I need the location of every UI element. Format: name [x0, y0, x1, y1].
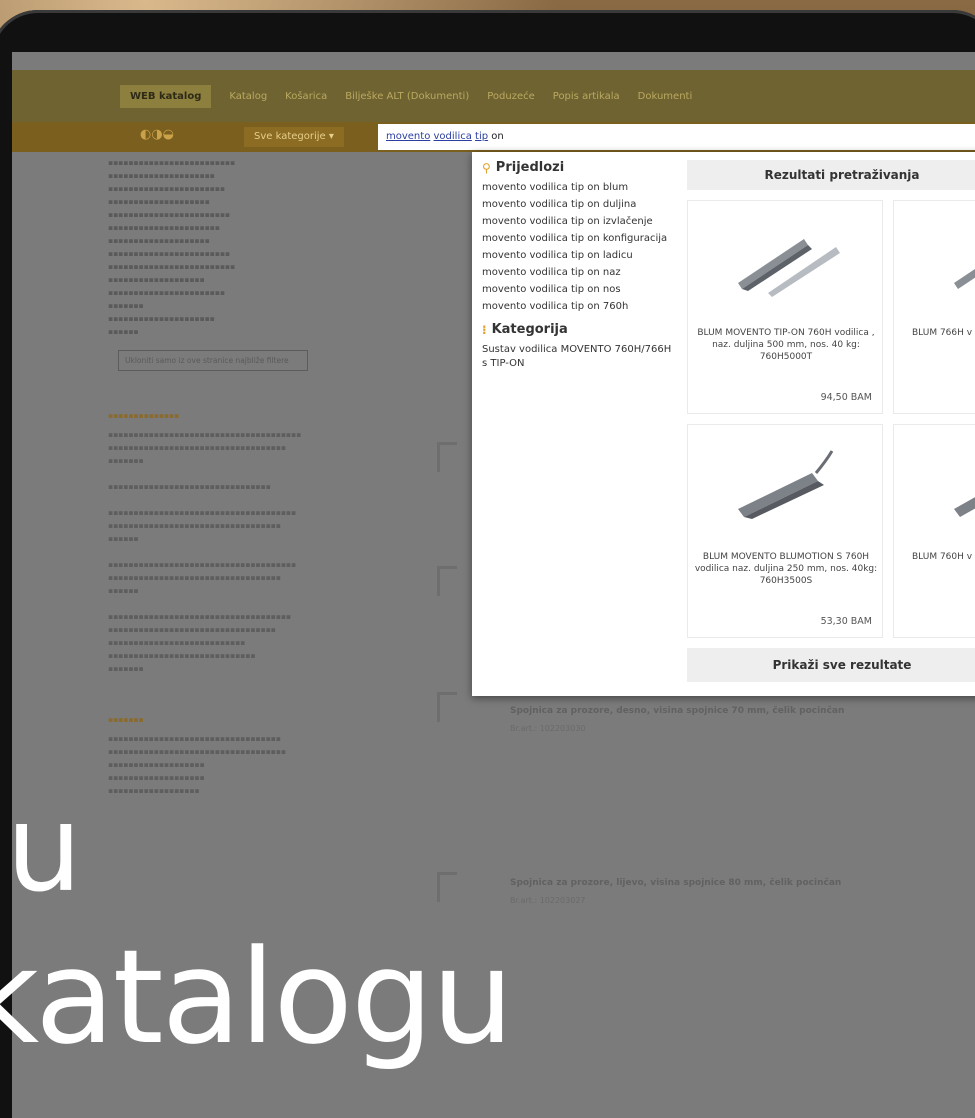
section-heading: ▪▪▪▪▪▪▪▪▪▪▪▪▪▪ [108, 411, 180, 420]
suggestion-item[interactable]: movento vodilica tip on konfiguracija [482, 232, 677, 246]
product-thumbnail [437, 872, 457, 902]
filter-links: ▪▪▪▪▪▪▪▪▪▪▪▪▪▪▪▪▪▪▪▪▪▪▪▪▪▪▪▪▪▪▪▪▪▪▪▪▪▪▪▪… [108, 430, 302, 673]
product-card[interactable]: BLUM 760H v 250 [893, 424, 975, 638]
category-icon: ⁝ [482, 322, 487, 337]
drawer-runner-image [954, 269, 975, 289]
suggestion-item[interactable]: movento vodilica tip on 760h [482, 300, 677, 314]
product-name: BLUM 760H v 250 [912, 552, 975, 562]
suggestions-heading: ⚲ Prijedlozi [482, 160, 565, 175]
tab-kosarica[interactable]: Košarica [285, 91, 327, 102]
suggestion-item[interactable]: movento vodilica tip on nos [482, 283, 677, 297]
drawer-runner-image [738, 239, 840, 297]
product-price: 94,50 BAM [820, 392, 872, 403]
drawer-runner-image [738, 450, 834, 519]
product-card[interactable]: BLUM MOVENTO TIP-ON 760H vodilica , naz.… [687, 200, 883, 414]
suggestion-item[interactable]: movento vodilica tip on blum [482, 181, 677, 195]
tab-katalog[interactable]: Katalog [229, 91, 267, 102]
tab-popis-artikala[interactable]: Popis artikala [553, 91, 620, 102]
category-item[interactable]: Sustav vodilica MOVENTO 760H/766H s TIP-… [482, 343, 677, 371]
product-thumbnail [437, 566, 457, 596]
results-panel: Rezultati pretraživanja BLUM MOVENTO TIP… [687, 160, 975, 638]
filter-links: ▪▪▪▪▪▪▪▪▪▪▪▪▪▪▪▪▪▪▪▪▪▪▪▪▪▪▪▪▪▪▪▪▪▪▪▪▪▪▪▪… [108, 734, 286, 795]
product-thumbnail [437, 692, 457, 722]
product-thumbnail [437, 442, 457, 472]
query-word: movento [386, 131, 431, 142]
tab-web-katalog[interactable]: WEB katalog [120, 84, 212, 108]
search-input[interactable]: movento vodilica tip on [378, 124, 975, 150]
suggestion-item[interactable]: movento vodilica tip on ladicu [482, 249, 677, 263]
suggestion-item[interactable]: movento vodilica tip on naz [482, 266, 677, 280]
product-card[interactable]: BLUM MOVENTO BLUMOTION S 760H vodilica n… [687, 424, 883, 638]
product-title[interactable]: Spojnica za prozore, desno, visina spojn… [510, 706, 844, 716]
query-word: vodilica [433, 131, 472, 142]
suggestions-panel: ⚲ Prijedlozi movento vodilica tip on blu… [482, 160, 677, 371]
category-select[interactable]: Sve kategorije ▾ [244, 127, 344, 147]
product-card[interactable]: BLUM 766H v 650 [893, 200, 975, 414]
show-all-results-button[interactable]: Prikaži sve rezultate [687, 648, 975, 682]
hero-text-line-1: u [6, 780, 82, 919]
search-icon: ⚲ [482, 160, 491, 175]
drawer-runner-image [954, 497, 975, 517]
results-heading: Rezultati pretraživanja [687, 160, 975, 190]
suggestion-item[interactable]: movento vodilica tip on duljina [482, 198, 677, 212]
query-rest: on [491, 131, 504, 142]
search-bar: ◐◑◒ Sve kategorije ▾ movento vodilica ti… [12, 122, 975, 152]
product-article-number: Br.art.: 102203027 [510, 896, 586, 905]
search-dropdown: ⚲ Prijedlozi movento vodilica tip on blu… [472, 152, 975, 696]
filter-box[interactable]: Ukloniti samo iz ove stranice najbliže f… [118, 350, 308, 371]
sidebar-filters: ▪▪▪▪▪▪▪▪▪▪▪▪▪▪▪▪▪▪▪▪▪▪▪▪▪ ▪▪▪▪▪▪▪▪▪▪▪▪▪▪▪… [108, 156, 358, 797]
product-name: BLUM MOVENTO TIP-ON 760H vodilica , naz.… [697, 328, 875, 362]
product-article-number: Br.art.: 102203030 [510, 724, 586, 733]
tab-biljeske[interactable]: Bilješke ALT (Dokumenti) [345, 91, 469, 102]
top-menu-bar: WEB katalog Katalog Košarica Bilješke AL… [12, 70, 975, 122]
product-name: BLUM MOVENTO BLUMOTION S 760H vodilica n… [694, 552, 878, 586]
tab-dokumenti[interactable]: Dokumenti [638, 91, 693, 102]
product-name: BLUM 766H v 650 [912, 328, 975, 338]
logo-icon: ◐◑◒ [140, 127, 175, 142]
tab-poduzece[interactable]: Poduzeće [487, 91, 535, 102]
section-heading: ▪▪▪▪▪▪▪ [108, 715, 144, 724]
category-list: ▪▪▪▪▪▪▪▪▪▪▪▪▪▪▪▪▪▪▪▪▪▪▪▪▪ ▪▪▪▪▪▪▪▪▪▪▪▪▪▪▪… [108, 158, 236, 336]
hero-text-line-2: katalogu [0, 921, 514, 1073]
product-price: 53,30 BAM [820, 616, 872, 627]
suggestion-item[interactable]: movento vodilica tip on izvlačenje [482, 215, 677, 229]
category-heading: ⁝ Kategorija [482, 322, 568, 337]
query-word: tip [475, 131, 489, 142]
product-title[interactable]: Spojnica za prozore, lijevo, visina spoj… [510, 878, 841, 888]
